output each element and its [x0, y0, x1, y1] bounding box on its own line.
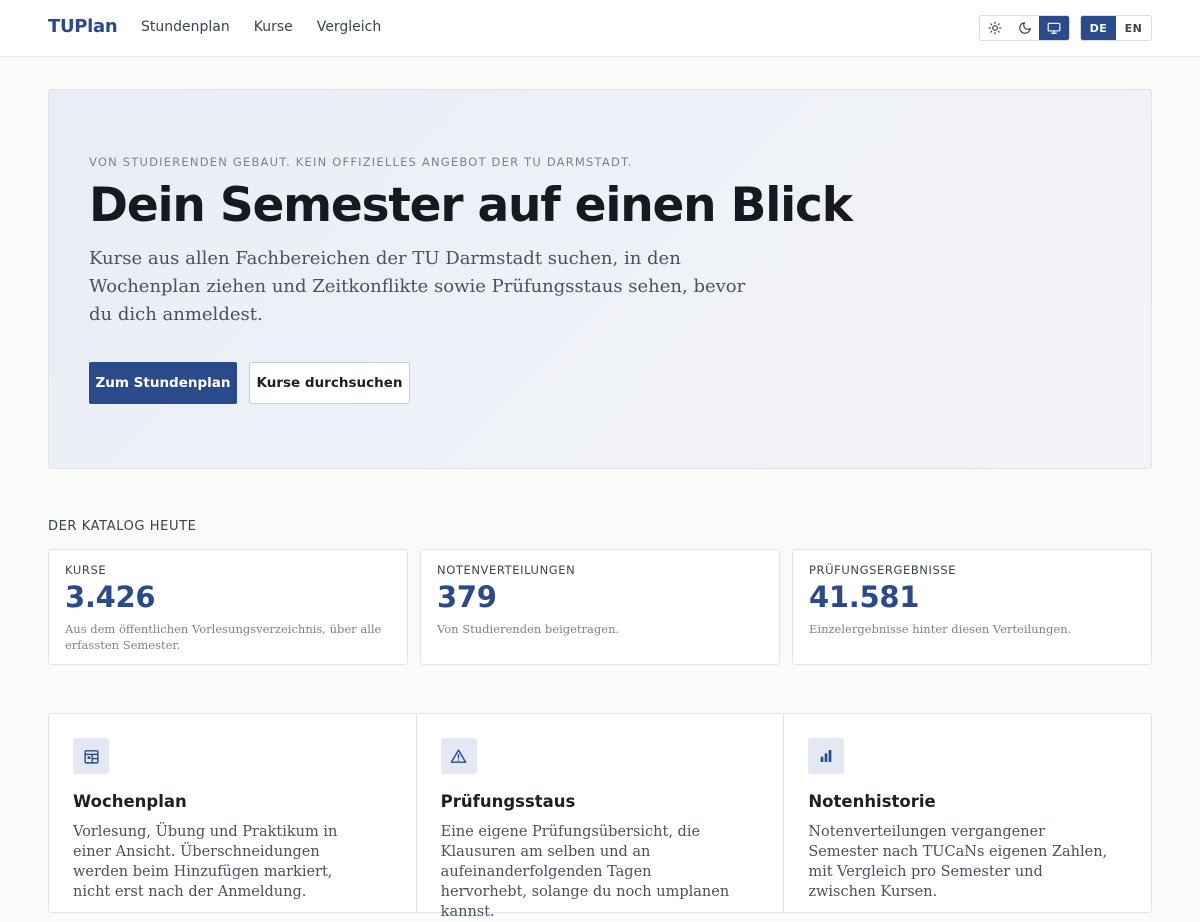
theme-light-button[interactable]: [980, 16, 1010, 40]
feature-description: Eine eigene Prüfungsübersicht, die Klaus…: [440, 824, 730, 920]
warning-triangle-icon: [440, 738, 477, 774]
language-de-button[interactable]: DE: [1081, 16, 1116, 40]
feature-title: Notenhistorie: [808, 792, 936, 811]
feature-title: Prüfungsstaus: [440, 792, 576, 811]
nav-link-kurse[interactable]: Kurse: [254, 19, 293, 35]
feature-description: Vorlesung, Übung und Praktikum in einer …: [73, 824, 338, 900]
calendar-grid-icon: [73, 738, 109, 774]
theme-dark-button[interactable]: [1010, 16, 1040, 40]
feature-description: Notenverteilungen vergangener Semester n…: [808, 824, 1108, 900]
main-nav: Stundenplan Kurse Vergleich: [141, 19, 381, 35]
nav-link-vergleich[interactable]: Vergleich: [317, 19, 381, 35]
sun-icon: [988, 21, 1002, 35]
stat-value: 379: [437, 580, 497, 614]
stat-description: Einzelergebnisse hinter diesen Verteilun…: [809, 622, 1072, 636]
brand-logo[interactable]: TUPlan: [48, 16, 118, 37]
theme-switcher: [979, 15, 1070, 41]
stat-description: Aus dem öffentlichen Vorlesungsverzeichn…: [65, 622, 382, 652]
top-navigation-bar: TUPlan Stundenplan Kurse Vergleich DE EN: [0, 0, 1200, 57]
stat-card-grade-distributions: NOTENVERTEILUNGEN 379 Von Studierenden b…: [420, 549, 780, 665]
feature-grade-history: Notenhistorie Notenverteilungen vergange…: [784, 714, 1151, 912]
hero-disclaimer: VON STUDIERENDEN GEBAUT. KEIN OFFIZIELLE…: [89, 155, 633, 169]
stat-card-courses: KURSE 3.426 Aus dem öffentlichen Vorlesu…: [48, 549, 408, 665]
feature-weekly-plan: Wochenplan Vorlesung, Übung und Praktiku…: [49, 714, 417, 912]
language-en-button[interactable]: EN: [1116, 16, 1151, 40]
catalog-heading: DER KATALOG HEUTE: [48, 519, 197, 534]
feature-title: Wochenplan: [73, 792, 187, 811]
hero-title: Dein Semester auf einen Blick: [89, 178, 853, 233]
hero-section: VON STUDIERENDEN GEBAUT. KEIN OFFIZIELLE…: [48, 89, 1152, 469]
browse-courses-button[interactable]: Kurse durchsuchen: [249, 362, 410, 404]
hero-description: Kurse aus allen Fachbereichen der TU Dar…: [89, 248, 746, 325]
stat-card-exam-results: PRÜFUNGSERGEBNISSE 41.581 Einzelergebnis…: [792, 549, 1152, 665]
stat-value: 41.581: [809, 580, 920, 614]
stat-label: NOTENVERTEILUNGEN: [437, 563, 576, 577]
feature-exam-congestion: Prüfungsstaus Eine eigene Prüfungsübersi…: [417, 714, 785, 920]
bar-chart-icon: [808, 738, 845, 774]
stat-description: Von Studierenden beigetragen.: [437, 622, 620, 636]
monitor-icon: [1047, 22, 1061, 34]
stat-value: 3.426: [65, 580, 156, 614]
nav-link-stundenplan[interactable]: Stundenplan: [141, 19, 230, 35]
stat-label: KURSE: [65, 563, 107, 577]
go-to-timetable-button[interactable]: Zum Stundenplan: [89, 362, 237, 404]
language-switcher: DE EN: [1080, 15, 1152, 41]
stat-label: PRÜFUNGSERGEBNISSE: [809, 563, 957, 577]
moon-icon: [1018, 22, 1031, 34]
theme-system-button[interactable]: [1039, 16, 1069, 40]
features-section: Wochenplan Vorlesung, Übung und Praktiku…: [48, 713, 1152, 920]
